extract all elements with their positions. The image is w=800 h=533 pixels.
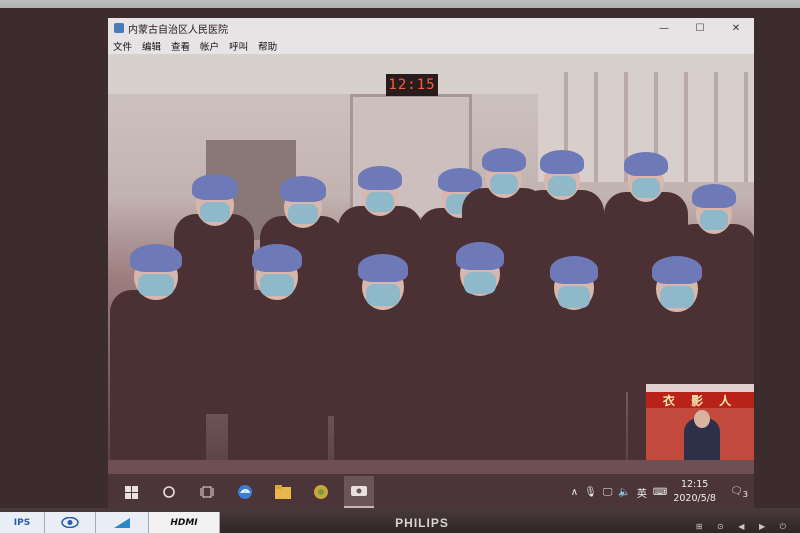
notification-icon[interactable]: 🗨3 xyxy=(730,486,748,499)
search-icon[interactable] xyxy=(154,477,184,507)
app-icon[interactable] xyxy=(306,477,336,507)
tray-clock[interactable]: 12:15 2020/5/8 xyxy=(673,478,716,506)
ips-sticker: IPS xyxy=(0,512,45,533)
close-button[interactable]: ✕ xyxy=(718,18,754,38)
system-tray: ∧ 🎙 🖵 🔈 英 ⌨ 12:15 2020/5/8 🗨3 xyxy=(571,474,754,510)
menu-call[interactable]: 呼叫 xyxy=(224,39,253,53)
volume-icon[interactable]: 🔈 xyxy=(618,487,630,498)
menu-help[interactable]: 帮助 xyxy=(253,39,282,53)
notification-count: 3 xyxy=(742,488,748,499)
taskbar: ∧ 🎙 🖵 🔈 英 ⌨ 12:15 2020/5/8 🗨3 xyxy=(108,474,754,510)
video-call-feed: 12:15 衣 影 人 xyxy=(108,54,754,460)
monitor-control-buttons[interactable]: ⊞ ⊙ ◀ ▶ ⏻ xyxy=(696,522,792,532)
tray-time: 12:15 xyxy=(680,479,709,490)
menu-view[interactable]: 查看 xyxy=(166,39,195,53)
maximize-button[interactable]: ☐ xyxy=(682,18,718,38)
video-call-icon[interactable] xyxy=(344,476,374,508)
menu-bar: 文件 编辑 查看 帐户 呼叫 帮助 xyxy=(108,38,754,55)
display-sticker xyxy=(96,512,149,533)
pip-person-head xyxy=(694,410,710,428)
network-icon[interactable]: 🖵 xyxy=(603,487,613,498)
wall-clock: 12:15 xyxy=(386,74,438,96)
self-view-pip[interactable]: 衣 影 人 xyxy=(646,384,754,460)
edge-icon[interactable] xyxy=(230,477,260,507)
minimize-button[interactable]: — xyxy=(646,18,682,38)
menu-edit[interactable]: 编辑 xyxy=(137,39,166,53)
microphone-icon[interactable]: 🎙 xyxy=(584,487,597,498)
hdmi-sticker: HDMI xyxy=(149,512,220,533)
task-view-icon[interactable] xyxy=(192,477,222,507)
window-title: 内蒙古自治区人民医院 xyxy=(128,24,228,36)
file-explorer-icon[interactable] xyxy=(268,477,298,507)
pip-banner: 衣 影 人 xyxy=(646,392,754,408)
app-logo-icon xyxy=(114,23,124,33)
menu-file[interactable]: 文件 xyxy=(108,39,137,53)
window-titlebar: 内蒙古自治区人民医院 — ☐ ✕ xyxy=(108,18,754,38)
input-language[interactable]: 英 xyxy=(637,485,647,500)
monitor-brand-logo: PHILIPS xyxy=(395,516,449,530)
eye-care-sticker xyxy=(45,512,96,533)
keyboard-icon[interactable]: ⌨ xyxy=(653,487,667,498)
menu-account[interactable]: 帐户 xyxy=(195,39,224,53)
tray-chevron-icon[interactable]: ∧ xyxy=(571,487,578,498)
monitor-screen: 内蒙古自治区人民医院 — ☐ ✕ 文件 编辑 查看 帐户 呼叫 帮助 12:15 xyxy=(108,18,754,510)
tray-date: 2020/5/8 xyxy=(673,493,716,504)
monitor-stickers: IPS HDMI xyxy=(0,512,220,533)
windows-start-icon[interactable] xyxy=(116,477,146,507)
